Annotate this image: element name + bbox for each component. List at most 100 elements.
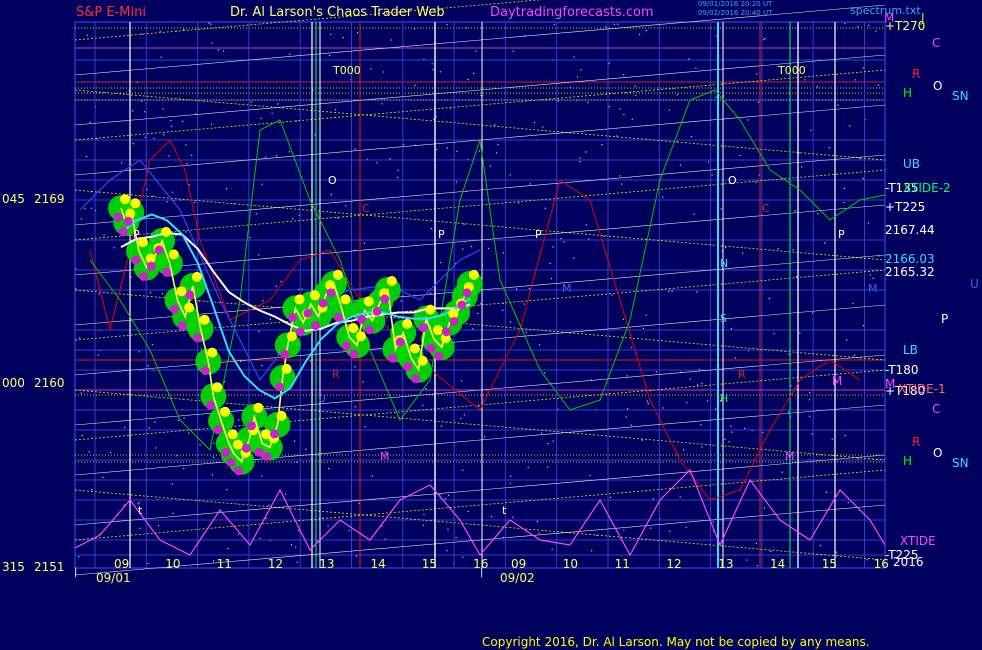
noise-dot <box>255 213 257 215</box>
inside-marker: T000 <box>777 64 806 77</box>
price-high-dot <box>281 363 292 374</box>
noise-dot <box>467 510 469 512</box>
right-label: M <box>832 374 842 388</box>
noise-dot <box>260 117 262 119</box>
noise-dot <box>527 466 529 469</box>
price-high-dot <box>402 318 413 329</box>
noise-dot <box>777 248 779 250</box>
noise-dot <box>271 112 273 114</box>
price-low-dot <box>372 306 382 316</box>
inside-marker: t <box>138 504 143 517</box>
noise-dot <box>622 318 625 320</box>
noise-dot <box>213 442 215 444</box>
timestamp-1: 09/01/2016 20:20 UT <box>698 0 773 8</box>
noise-dot <box>211 474 214 476</box>
noise-dot <box>261 475 263 477</box>
noise-dot <box>872 277 874 279</box>
noise-dot <box>544 372 546 374</box>
noise-dot <box>857 26 859 28</box>
price-high-dot <box>253 402 264 413</box>
noise-dot <box>269 318 272 320</box>
noise-dot <box>642 327 644 329</box>
price-low-dot <box>200 366 210 376</box>
noise-dot <box>124 426 126 429</box>
inside-marker: N <box>720 257 728 270</box>
noise-dot <box>688 58 690 60</box>
noise-dot <box>662 196 664 198</box>
noise-dot <box>348 529 350 532</box>
noise-dot <box>354 148 356 150</box>
noise-dot <box>489 165 492 167</box>
price-high-dot <box>433 325 443 336</box>
x-tick-label: 15 <box>422 557 437 571</box>
noise-dot <box>502 252 504 254</box>
inside-marker: T000 <box>332 64 361 77</box>
noise-dot <box>488 247 490 249</box>
right-label: C <box>932 36 940 50</box>
noise-dot <box>685 526 687 528</box>
price-low-dot <box>318 298 328 308</box>
noise-dot <box>781 471 783 473</box>
noise-dot <box>668 109 670 111</box>
noise-dot <box>199 444 201 446</box>
noise-dot <box>183 417 185 419</box>
price-high-dot <box>227 429 238 440</box>
y-tick-angle: 000 <box>2 376 25 390</box>
right-label: LB <box>903 343 918 357</box>
noise-dot <box>477 312 479 314</box>
noise-dot <box>536 520 538 522</box>
noise-dot <box>390 39 393 41</box>
noise-dot <box>810 129 812 131</box>
noise-dot <box>550 278 553 280</box>
noise-dot <box>85 156 88 158</box>
price-high-dot <box>232 439 243 450</box>
x-tick-label: 13 <box>319 557 334 571</box>
noise-dot <box>80 392 82 394</box>
noise-dot <box>662 407 664 409</box>
inside-marker: M <box>562 282 572 295</box>
price-low-dot <box>270 429 279 439</box>
x-tick-label: 11 <box>615 557 630 571</box>
noise-dot <box>695 67 697 69</box>
noise-dot <box>440 425 442 427</box>
noise-dot <box>171 483 173 485</box>
noise-dot <box>509 174 511 176</box>
noise-dot <box>679 164 681 166</box>
noise-dot <box>627 408 629 410</box>
noise-dot <box>510 321 512 323</box>
price-low-dot <box>388 353 397 363</box>
site-link[interactable]: Daytradingforecasts.com <box>490 5 654 20</box>
noise-dot <box>463 414 465 416</box>
noise-dot <box>828 146 830 149</box>
noise-dot <box>330 33 332 35</box>
noise-dot <box>168 155 170 157</box>
noise-dot <box>328 468 330 470</box>
noise-dot <box>579 161 581 163</box>
date-label: 09/02 <box>500 571 535 585</box>
noise-dot <box>357 32 359 34</box>
noise-dot <box>433 118 435 120</box>
noise-dot <box>756 565 758 567</box>
noise-dot <box>462 556 464 558</box>
price-low-dot <box>295 327 305 337</box>
noise-dot <box>701 382 703 385</box>
noise-dot <box>542 126 544 128</box>
noise-dot <box>510 475 512 477</box>
noise-dot <box>397 169 399 172</box>
price-low-dot <box>221 447 231 457</box>
noise-dot <box>544 207 546 209</box>
noise-dot <box>462 248 464 250</box>
noise-dot <box>868 24 870 26</box>
noise-dot <box>730 425 732 427</box>
noise-dot <box>605 26 607 28</box>
noise-dot <box>804 79 806 81</box>
noise-dot <box>183 29 185 31</box>
price-high-dot <box>199 314 210 325</box>
noise-dot <box>854 79 856 81</box>
noise-dot <box>397 177 399 179</box>
price-low-dot <box>434 351 444 361</box>
noise-dot <box>141 100 143 102</box>
price-high-dot <box>207 347 218 358</box>
timestamp-2: 09/02/2016 20:40 UT <box>698 9 773 17</box>
noise-dot <box>715 96 717 98</box>
